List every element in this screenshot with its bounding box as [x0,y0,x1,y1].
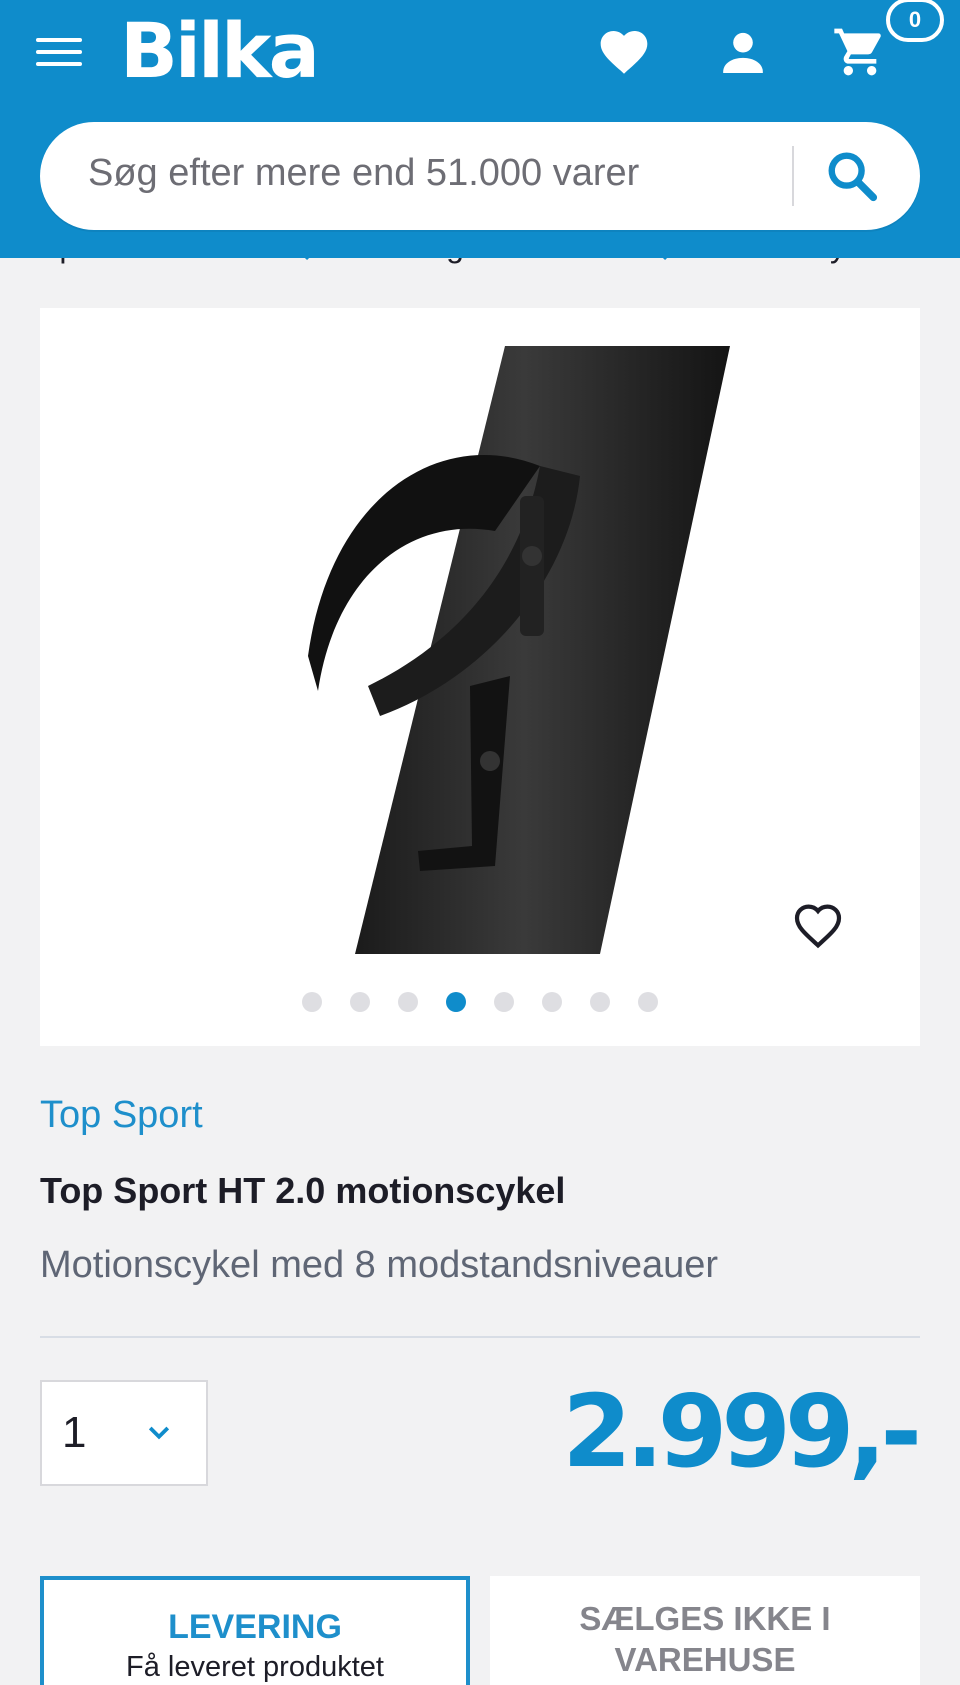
search-placeholder: Søg efter mere end 51.000 varer [88,152,640,194]
add-to-favorites-icon[interactable] [790,898,846,954]
store-availability-text: SÆLGES IKKE I VAREHUSE [579,1600,831,1678]
chevron-down-icon [148,1426,170,1440]
gallery-dot[interactable] [542,992,562,1012]
gallery-dot[interactable] [638,992,658,1012]
gallery-pagination [40,992,920,1016]
product-brand-link[interactable]: Top Sport [40,1094,203,1137]
cart-icon[interactable] [832,24,888,80]
gallery-dot[interactable] [494,992,514,1012]
delivery-text: Få leveret produktet [126,1651,384,1683]
store-option-card: SÆLGES IKKE I VAREHUSE [490,1576,920,1685]
quantity-select[interactable]: 1 [40,1380,208,1486]
site-header: Bilka 0 Søg efter mere end 51.000 varer [0,0,960,258]
gallery-dot[interactable] [302,992,322,1012]
gallery-dot[interactable] [350,992,370,1012]
quantity-value: 1 [62,1408,87,1457]
product-gallery[interactable] [40,308,920,1046]
cart-count-badge: 0 [886,0,944,42]
product-price: 2.999,- [562,1373,922,1490]
gallery-dot[interactable] [590,992,610,1012]
bilka-logo[interactable]: Bilka [120,6,320,96]
search-divider [792,146,794,206]
search-input[interactable]: Søg efter mere end 51.000 varer [40,122,920,230]
gallery-dot-active[interactable] [446,992,466,1012]
menu-icon[interactable] [36,38,82,72]
delivery-option-card[interactable]: LEVERING Få leveret produktet [40,1576,470,1685]
heart-icon[interactable] [596,24,652,80]
product-image [308,346,730,954]
delivery-title: LEVERING [168,1608,342,1646]
product-subtitle: Motionscykel med 8 modstandsniveauer [40,1244,719,1286]
search-icon[interactable] [818,144,886,208]
product-title: Top Sport HT 2.0 motionscykel [40,1170,566,1211]
user-icon[interactable] [715,24,771,80]
gallery-dot[interactable] [398,992,418,1012]
section-divider [40,1336,920,1338]
